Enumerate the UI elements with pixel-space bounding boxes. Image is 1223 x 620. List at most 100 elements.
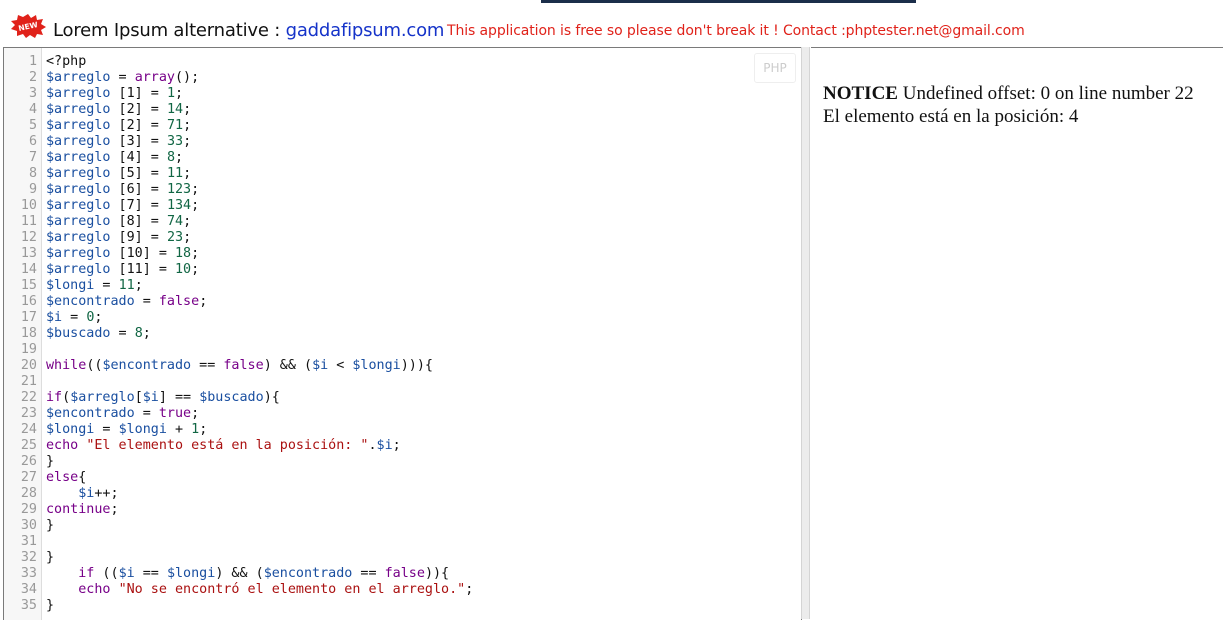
code-text[interactable]: $arreglo [6] = 123; [46,182,199,198]
code-line[interactable]: 15 $longi = 11; [4,278,801,294]
code-text[interactable]: } [46,550,54,566]
line-number: 24 [20,422,37,437]
code-line[interactable]: 35} [4,598,801,614]
code-text[interactable]: if($arreglo[$i] == $buscado){ [46,390,280,406]
code-line[interactable]: 14 $arreglo [11] = 10; [4,262,801,278]
code-line[interactable]: 33 if (($i == $longi) && ($encontrado ==… [4,566,801,582]
code-text[interactable]: $arreglo [11] = 10; [46,262,199,278]
code-line[interactable]: 11 $arreglo [8] = 74; [4,214,801,230]
code-editor[interactable]: 1 <?php 2 $arreglo = array(); 3 $arreglo [1] … [3,47,802,620]
code-token: ; [183,214,192,229]
code-line[interactable]: 34 echo "No se encontró el elemento en e… [4,582,801,598]
code-line[interactable]: 8 $arreglo [5] = 11; [4,166,801,182]
code-token: 10 [175,262,192,277]
code-lines[interactable]: 1 <?php 2 $arreglo = array(); 3 $arreglo [1] … [4,54,801,614]
code-line[interactable]: 16 $encontrado = false; [4,294,801,310]
code-line[interactable]: 32} [4,550,801,566]
code-text[interactable]: $longi = $longi + 1; [46,422,207,438]
code-line[interactable]: 2 $arreglo = array(); [4,70,801,86]
code-token: $i [46,310,63,325]
gaddafipsum-link[interactable]: gaddafipsum.com [286,20,445,41]
code-line[interactable]: 19 [4,342,801,358]
code-line[interactable]: 21 [4,374,801,390]
code-text[interactable]: } [46,518,54,534]
code-line[interactable]: 13 $arreglo [10] = 18; [4,246,801,262]
line-number: 35 [20,598,37,613]
code-text[interactable]: $arreglo [8] = 74; [46,214,191,230]
code-text[interactable]: $i = 0; [46,310,102,326]
code-token: ) && ( [263,358,313,373]
code-text[interactable]: $arreglo [7] = 134; [46,198,199,214]
code-line[interactable]: 27 else{ [4,470,801,486]
code-text[interactable]: echo "El elemento está en la posición: "… [46,438,401,454]
code-line[interactable]: 25 echo "El elemento está en la posición:… [4,438,801,454]
code-line[interactable]: 5 $arreglo [2] = 71; [4,118,801,134]
code-line[interactable]: 23 $encontrado = true; [4,406,801,422]
code-token: true [158,406,192,421]
code-line[interactable]: 1 <?php [4,54,801,70]
code-line[interactable]: 12 $arreglo [9] = 23; [4,230,801,246]
code-line[interactable]: 9 $arreglo [6] = 123; [4,182,801,198]
code-line[interactable]: 22 if($arreglo[$i] == $buscado){ [4,390,801,406]
code-line[interactable]: 29 continue; [4,502,801,518]
code-text[interactable]: } [46,454,54,470]
code-text[interactable]: $arreglo [5] = 11; [46,166,191,182]
code-text[interactable]: echo "No se encontró el elemento en el a… [46,582,473,598]
code-token: false [223,358,264,373]
code-text[interactable]: $buscado = 8; [46,326,151,342]
code-token: ; [191,246,200,261]
code-line[interactable]: 30} [4,518,801,534]
code-token: $arreglo [70,390,135,405]
line-number: 14 [20,262,37,277]
code-token: == [352,566,385,581]
code-token: [2] = [110,102,167,117]
code-line[interactable]: 7 $arreglo [4] = 8; [4,150,801,166]
code-line[interactable]: 6 $arreglo [3] = 33; [4,134,801,150]
code-text[interactable]: } [46,598,54,614]
code-text[interactable]: $arreglo [2] = 71; [46,118,191,134]
code-line[interactable]: 18 $buscado = 8; [4,326,801,342]
code-text[interactable]: $arreglo [9] = 23; [46,230,191,246]
line-number: 22 [20,390,37,405]
code-line[interactable]: 28 $i++; [4,486,801,502]
site-title-prefix: Lorem Ipsum alternative : [53,20,286,41]
code-text[interactable]: $arreglo [4] = 8; [46,150,183,166]
code-line[interactable]: 26} [4,454,801,470]
code-token: $arreglo [46,214,111,229]
code-text[interactable]: else{ [46,470,86,486]
pane-splitter[interactable] [801,47,810,619]
code-text[interactable]: while(($encontrado == false) && ($i < $l… [46,358,433,374]
code-text[interactable]: continue; [46,502,119,518]
code-token: [4] = [110,150,167,165]
code-line[interactable]: 3 $arreglo [1] = 1; [4,86,801,102]
code-line[interactable]: 20 while(($encontrado == false) && ($i < … [4,358,801,374]
code-token: <?php [46,54,87,69]
code-text[interactable]: $arreglo [3] = 33; [46,134,191,150]
code-token: continue [46,502,111,517]
code-line[interactable]: 10 $arreglo [7] = 134; [4,198,801,214]
code-text[interactable]: $arreglo [1] = 1; [46,86,183,102]
code-text[interactable]: $arreglo [2] = 14; [46,102,191,118]
code-text[interactable]: $i++; [46,486,118,502]
code-text[interactable]: $encontrado = false; [46,294,207,310]
code-text[interactable]: $longi = 11; [46,278,143,294]
code-text[interactable]: $arreglo = array(); [46,70,199,86]
output-text: NOTICE Undefined offset: 0 on line numbe… [823,82,1194,128]
code-token: } [46,518,55,533]
code-line[interactable]: 4 $arreglo [2] = 14; [4,102,801,118]
code-text[interactable]: if (($i == $longi) && ($encontrado == fa… [46,566,449,582]
code-text[interactable]: $arreglo [10] = 18; [46,246,199,262]
code-token: $arreglo [46,86,111,101]
code-token: while [46,358,87,373]
code-text[interactable]: $encontrado = true; [46,406,199,422]
code-line[interactable]: 17 $i = 0; [4,310,801,326]
code-token: 33 [166,134,184,149]
code-line[interactable]: 31 [4,534,801,550]
code-token: $i [118,566,135,581]
code-token: [7] = [110,198,167,213]
line-number: 10 [20,198,37,213]
output-panel: NOTICE Undefined offset: 0 on line numbe… [811,47,1223,619]
code-line[interactable]: 24 $longi = $longi + 1; [4,422,801,438]
code-text[interactable]: <?php [46,54,86,70]
